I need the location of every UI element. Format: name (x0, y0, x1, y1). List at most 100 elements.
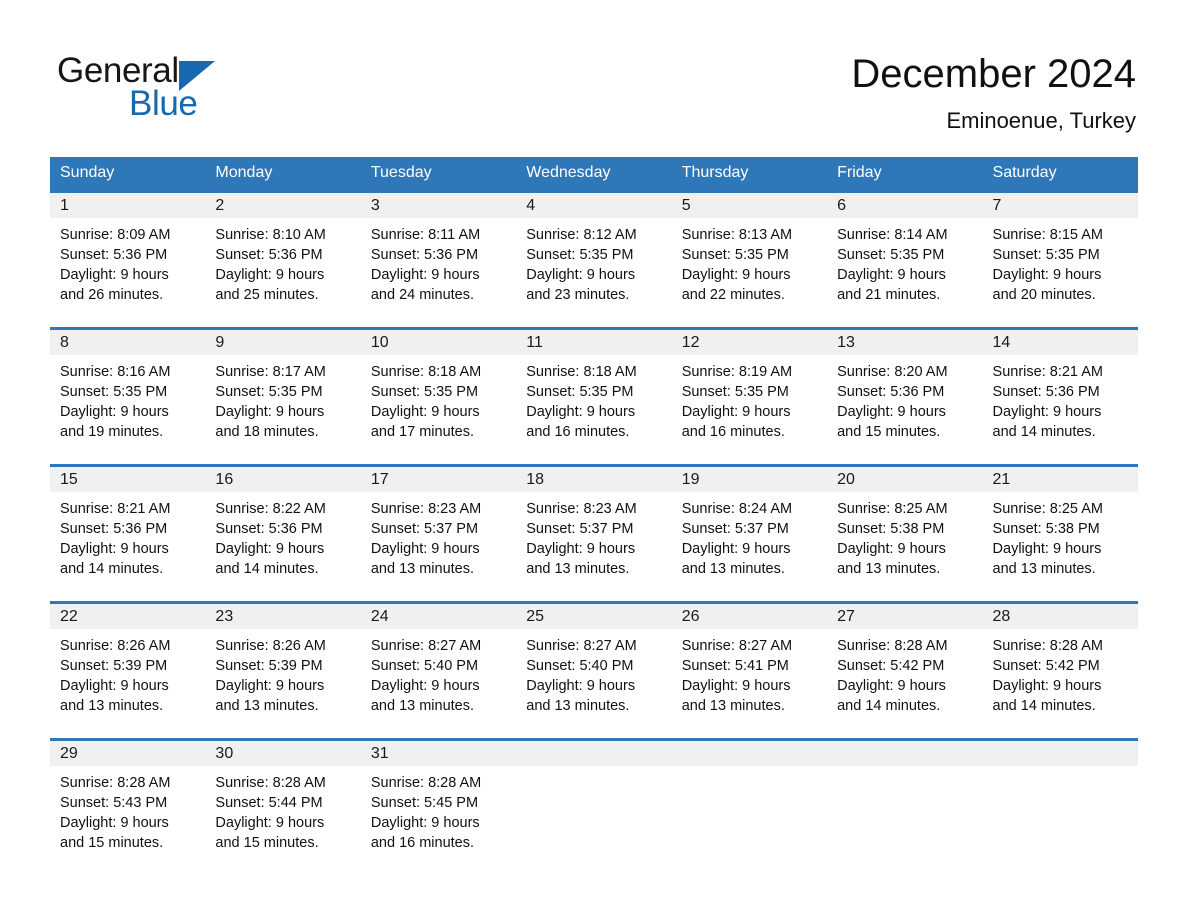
day-number (671, 741, 828, 766)
day-cell[interactable]: 30 Sunrise: 8:28 AM Sunset: 5:44 PM Dayl… (205, 739, 361, 859)
sunset-text: Sunset: 5:44 PM (215, 795, 323, 811)
day-info: Sunrise: 8:27 AM Sunset: 5:40 PM Dayligh… (516, 629, 671, 716)
day-cell-empty (516, 739, 672, 859)
weekday-header-monday: Monday (205, 157, 361, 192)
day-cell[interactable]: 17 Sunrise: 8:23 AM Sunset: 5:37 PM Dayl… (360, 465, 517, 585)
daylight-text-line2: and 13 minutes. (992, 561, 1096, 577)
day-cell[interactable]: 14 Sunrise: 8:21 AM Sunset: 5:36 PM Dayl… (982, 328, 1138, 448)
day-number: 4 (516, 193, 672, 218)
sunrise-text: Sunrise: 8:27 AM (370, 638, 482, 654)
sunset-text: Sunset: 5:38 PM (837, 521, 945, 537)
weekday-header-thursday: Thursday (671, 157, 828, 192)
day-cell[interactable]: 27 Sunrise: 8:28 AM Sunset: 5:42 PM Dayl… (827, 602, 983, 722)
sunrise-text: Sunrise: 8:22 AM (215, 501, 326, 517)
day-cell[interactable]: 31 Sunrise: 8:28 AM Sunset: 5:45 PM Dayl… (360, 739, 517, 859)
sunset-text: Sunset: 5:45 PM (370, 795, 479, 811)
daylight-text-line2: and 13 minutes. (215, 698, 319, 714)
day-info: Sunrise: 8:26 AM Sunset: 5:39 PM Dayligh… (205, 629, 360, 716)
day-cell[interactable]: 6 Sunrise: 8:14 AM Sunset: 5:35 PM Dayli… (827, 191, 983, 311)
day-cell[interactable]: 8 Sunrise: 8:16 AM Sunset: 5:35 PM Dayli… (50, 328, 206, 448)
sunset-text: Sunset: 5:38 PM (992, 521, 1100, 537)
day-cell[interactable]: 11 Sunrise: 8:18 AM Sunset: 5:35 PM Dayl… (516, 328, 672, 448)
day-cell[interactable]: 10 Sunrise: 8:18 AM Sunset: 5:35 PM Dayl… (360, 328, 517, 448)
sunrise-text: Sunrise: 8:10 AM (215, 227, 326, 243)
day-cell[interactable]: 22 Sunrise: 8:26 AM Sunset: 5:39 PM Dayl… (50, 602, 206, 722)
sunset-text: Sunset: 5:35 PM (370, 384, 479, 400)
day-info: Sunrise: 8:27 AM Sunset: 5:41 PM Dayligh… (672, 629, 827, 716)
day-cell[interactable]: 13 Sunrise: 8:20 AM Sunset: 5:36 PM Dayl… (827, 328, 983, 448)
day-cell[interactable]: 29 Sunrise: 8:28 AM Sunset: 5:43 PM Dayl… (50, 739, 206, 859)
day-cell[interactable]: 16 Sunrise: 8:22 AM Sunset: 5:36 PM Dayl… (205, 465, 361, 585)
day-number (516, 741, 672, 766)
sunset-text: Sunset: 5:35 PM (60, 384, 168, 400)
day-cell[interactable]: 20 Sunrise: 8:25 AM Sunset: 5:38 PM Dayl… (827, 465, 983, 585)
daylight-text-line2: and 14 minutes. (215, 561, 319, 577)
day-cell[interactable]: 19 Sunrise: 8:24 AM Sunset: 5:37 PM Dayl… (671, 465, 828, 585)
daylight-text-line2: and 26 minutes. (60, 287, 164, 303)
day-number: 28 (982, 604, 1138, 629)
day-cell[interactable]: 15 Sunrise: 8:21 AM Sunset: 5:36 PM Dayl… (50, 465, 206, 585)
day-cell[interactable]: 26 Sunrise: 8:27 AM Sunset: 5:41 PM Dayl… (671, 602, 828, 722)
daylight-text-line1: Daylight: 9 hours (60, 404, 169, 420)
daylight-text-line2: and 21 minutes. (837, 287, 941, 303)
day-info: Sunrise: 8:13 AM Sunset: 5:35 PM Dayligh… (672, 218, 827, 305)
day-info: Sunrise: 8:21 AM Sunset: 5:36 PM Dayligh… (50, 492, 205, 579)
day-cell[interactable]: 9 Sunrise: 8:17 AM Sunset: 5:35 PM Dayli… (205, 328, 361, 448)
daylight-text-line1: Daylight: 9 hours (60, 541, 169, 557)
page-title: December 2024 (851, 52, 1136, 96)
daylight-text-line1: Daylight: 9 hours (681, 678, 791, 694)
day-number: 25 (516, 604, 672, 629)
day-cell[interactable]: 3 Sunrise: 8:11 AM Sunset: 5:36 PM Dayli… (360, 191, 517, 311)
day-number (827, 741, 983, 766)
day-cell[interactable]: 25 Sunrise: 8:27 AM Sunset: 5:40 PM Dayl… (516, 602, 672, 722)
daylight-text-line1: Daylight: 9 hours (526, 541, 636, 557)
daylight-text-line1: Daylight: 9 hours (370, 404, 480, 420)
day-cell[interactable]: 5 Sunrise: 8:13 AM Sunset: 5:35 PM Dayli… (671, 191, 828, 311)
day-cell[interactable]: 1 Sunrise: 8:09 AM Sunset: 5:36 PM Dayli… (50, 191, 206, 311)
day-cell[interactable]: 21 Sunrise: 8:25 AM Sunset: 5:38 PM Dayl… (982, 465, 1138, 585)
day-cell[interactable]: 28 Sunrise: 8:28 AM Sunset: 5:42 PM Dayl… (982, 602, 1138, 722)
daylight-text-line2: and 25 minutes. (215, 287, 319, 303)
day-info: Sunrise: 8:17 AM Sunset: 5:35 PM Dayligh… (205, 355, 360, 442)
day-number: 12 (671, 330, 828, 355)
sunset-text: Sunset: 5:36 PM (60, 521, 168, 537)
day-info: Sunrise: 8:09 AM Sunset: 5:36 PM Dayligh… (50, 218, 205, 305)
day-cell[interactable]: 4 Sunrise: 8:12 AM Sunset: 5:35 PM Dayli… (516, 191, 672, 311)
day-cell[interactable]: 12 Sunrise: 8:19 AM Sunset: 5:35 PM Dayl… (671, 328, 828, 448)
day-info: Sunrise: 8:16 AM Sunset: 5:35 PM Dayligh… (50, 355, 205, 442)
sunrise-text: Sunrise: 8:27 AM (526, 638, 637, 654)
daylight-text-line2: and 13 minutes. (526, 561, 630, 577)
daylight-text-line1: Daylight: 9 hours (526, 678, 636, 694)
daylight-text-line1: Daylight: 9 hours (215, 541, 325, 557)
sunset-text: Sunset: 5:42 PM (992, 658, 1100, 674)
day-cell[interactable]: 7 Sunrise: 8:15 AM Sunset: 5:35 PM Dayli… (982, 191, 1138, 311)
weekday-header-friday: Friday (827, 157, 983, 192)
sunrise-text: Sunrise: 8:18 AM (526, 364, 637, 380)
day-cell-empty (982, 739, 1138, 859)
daylight-text-line1: Daylight: 9 hours (215, 678, 325, 694)
day-info: Sunrise: 8:23 AM Sunset: 5:37 PM Dayligh… (361, 492, 516, 579)
sunrise-text: Sunrise: 8:20 AM (837, 364, 948, 380)
week-spacer (50, 311, 1138, 329)
day-info: Sunrise: 8:23 AM Sunset: 5:37 PM Dayligh… (516, 492, 671, 579)
day-info: Sunrise: 8:25 AM Sunset: 5:38 PM Dayligh… (983, 492, 1138, 579)
day-cell[interactable]: 18 Sunrise: 8:23 AM Sunset: 5:37 PM Dayl… (516, 465, 672, 585)
sunset-text: Sunset: 5:36 PM (60, 247, 168, 263)
day-number: 11 (516, 330, 672, 355)
sunrise-text: Sunrise: 8:17 AM (215, 364, 326, 380)
sunset-text: Sunset: 5:36 PM (370, 247, 479, 263)
daylight-text-line1: Daylight: 9 hours (60, 678, 169, 694)
day-info: Sunrise: 8:21 AM Sunset: 5:36 PM Dayligh… (983, 355, 1138, 442)
calendar-table: Sunday Monday Tuesday Wednesday Thursday… (50, 157, 1138, 859)
calendar-grid: Sunday Monday Tuesday Wednesday Thursday… (50, 157, 1138, 859)
sunset-text: Sunset: 5:36 PM (215, 247, 323, 263)
day-cell[interactable]: 24 Sunrise: 8:27 AM Sunset: 5:40 PM Dayl… (360, 602, 517, 722)
brand-logo[interactable]: General Blue (57, 52, 317, 123)
daylight-text-line2: and 13 minutes. (681, 698, 785, 714)
day-cell[interactable]: 2 Sunrise: 8:10 AM Sunset: 5:36 PM Dayli… (205, 191, 361, 311)
sunset-text: Sunset: 5:37 PM (370, 521, 479, 537)
day-number: 9 (205, 330, 361, 355)
daylight-text-line1: Daylight: 9 hours (370, 678, 480, 694)
day-cell[interactable]: 23 Sunrise: 8:26 AM Sunset: 5:39 PM Dayl… (205, 602, 361, 722)
daylight-text-line1: Daylight: 9 hours (837, 404, 946, 420)
